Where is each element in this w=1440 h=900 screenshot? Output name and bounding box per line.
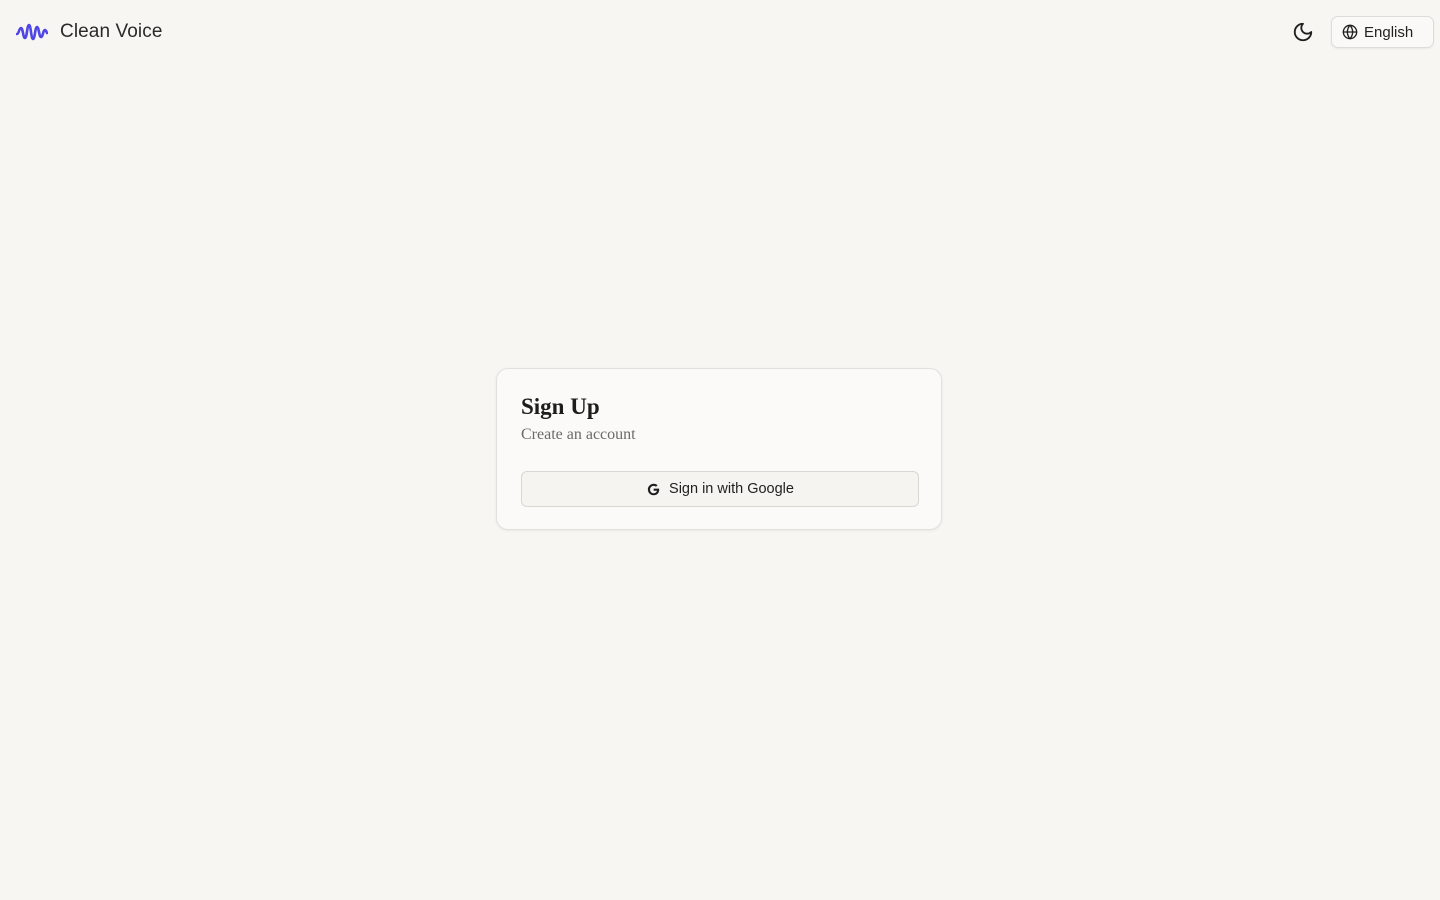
google-signin-button[interactable]: Sign in with Google [521,471,919,507]
signup-card: Sign Up Create an account Sign in with G… [496,368,942,530]
waveform-icon [16,17,48,47]
card-title: Sign Up [521,394,600,419]
google-icon [646,482,661,497]
language-select[interactable]: English [1331,16,1434,48]
language-label: English [1364,23,1414,41]
brand-link[interactable]: Clean Voice [16,17,163,47]
top-header: Clean Voice English [0,0,1440,64]
theme-toggle-button[interactable] [1286,16,1320,48]
moon-icon [1292,21,1314,43]
brand-name: Clean Voice [60,21,163,42]
card-subtitle: Create an account [521,426,636,443]
google-button-label: Sign in with Google [669,481,794,497]
globe-icon [1342,24,1358,40]
